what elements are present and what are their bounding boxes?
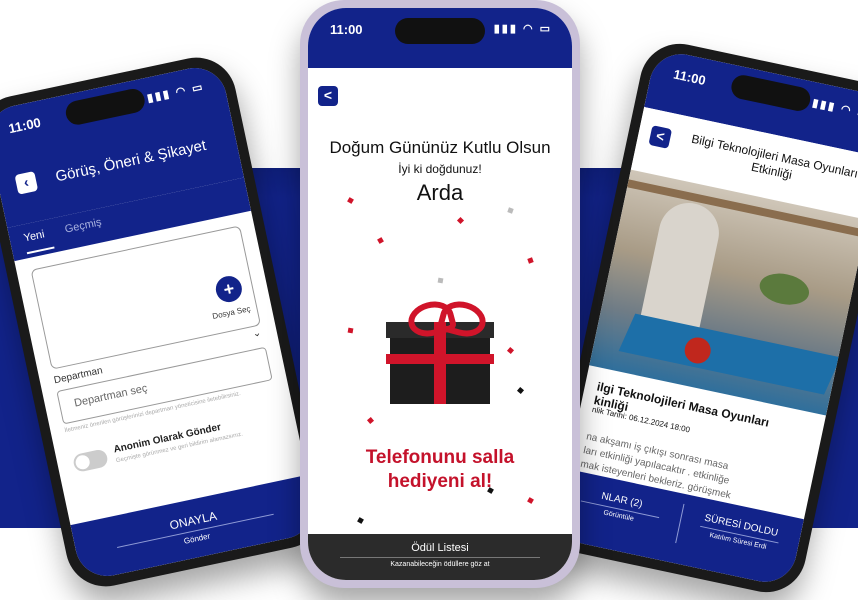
confetti-piece xyxy=(357,517,364,524)
reward-subtitle: Kazanabileceğin ödüllere göz at xyxy=(390,561,490,568)
confetti-piece xyxy=(506,346,515,355)
photo-table xyxy=(618,313,841,395)
chevron-left-icon: ‹ xyxy=(22,173,31,191)
event-phone: 11:00 ▮▮▮ ◠ ▭ < Bilgi Teknolojileri Masa… xyxy=(540,36,858,600)
confetti-piece xyxy=(366,416,375,425)
back-button[interactable]: < xyxy=(318,86,338,106)
shake-line-1: Telefonunu salla xyxy=(365,447,515,468)
back-button[interactable]: < xyxy=(648,125,673,149)
chevron-left-icon: < xyxy=(323,87,333,103)
department-placeholder: Departman seç xyxy=(73,382,149,410)
reward-list-button[interactable]: Ödül Listesi Kazanabileceğin ödüllere gö… xyxy=(308,534,572,580)
reward-title: Ödül Listesi xyxy=(411,542,469,554)
status-time: 11:00 xyxy=(330,22,363,37)
gift-box-icon[interactable] xyxy=(386,296,494,408)
anonymous-toggle[interactable] xyxy=(71,448,109,473)
tab-new[interactable]: Yeni xyxy=(23,228,46,244)
status-icons: ▮▮▮ ◠ ▭ xyxy=(146,80,206,105)
chevron-down-icon[interactable]: ⌄ xyxy=(252,327,262,340)
status-time: 11:00 xyxy=(7,114,43,137)
chevron-left-icon: < xyxy=(654,127,667,145)
confetti-piece xyxy=(516,386,525,395)
shake-line-2: hediyeni al! xyxy=(387,471,493,492)
confetti-piece xyxy=(507,207,514,214)
gift-ribbon xyxy=(386,354,494,364)
submit-button[interactable]: ONAYLA Gönder xyxy=(70,474,320,582)
shake-prompt: Telefonunu salla hediyeni al! xyxy=(308,446,572,494)
file-select-label[interactable]: Dosya Seç xyxy=(212,304,252,321)
birthday-screen: 11:00 ▮▮▮ ◠ ▭ < Doğum Gününüz Kutlu Olsu… xyxy=(308,8,572,580)
confetti-piece xyxy=(377,237,384,244)
reward-divider xyxy=(340,557,540,558)
confetti-piece xyxy=(347,327,354,334)
confetti-piece xyxy=(456,216,465,225)
expired-button[interactable]: SÜRESİ DOLDU Katılım Süresi Erdi xyxy=(678,508,801,557)
status-icons: ▮▮▮ ◠ ▭ xyxy=(493,23,552,35)
confetti-piece xyxy=(437,277,444,284)
photo-plant xyxy=(756,269,812,309)
tab-history[interactable]: Geçmiş xyxy=(64,216,103,235)
event-screen: 11:00 ▮▮▮ ◠ ▭ < Bilgi Teknolojileri Masa… xyxy=(552,48,858,588)
tab-underline xyxy=(26,246,55,255)
birthday-phone: 11:00 ▮▮▮ ◠ ▭ < Doğum Gününüz Kutlu Olsu… xyxy=(300,0,580,588)
dynamic-island xyxy=(395,18,485,44)
confetti-piece xyxy=(527,257,534,264)
confetti-piece xyxy=(527,497,534,504)
birthday-title: Doğum Gününüz Kutlu Olsun xyxy=(329,138,551,157)
status-time: 11:00 xyxy=(672,66,708,89)
birthday-subtitle: İyi ki doğdunuz! xyxy=(398,162,482,176)
back-button[interactable]: ‹ xyxy=(14,171,39,195)
status-icons: ▮▮▮ ◠ ▭ xyxy=(811,97,858,121)
plus-icon[interactable]: + xyxy=(213,273,245,305)
